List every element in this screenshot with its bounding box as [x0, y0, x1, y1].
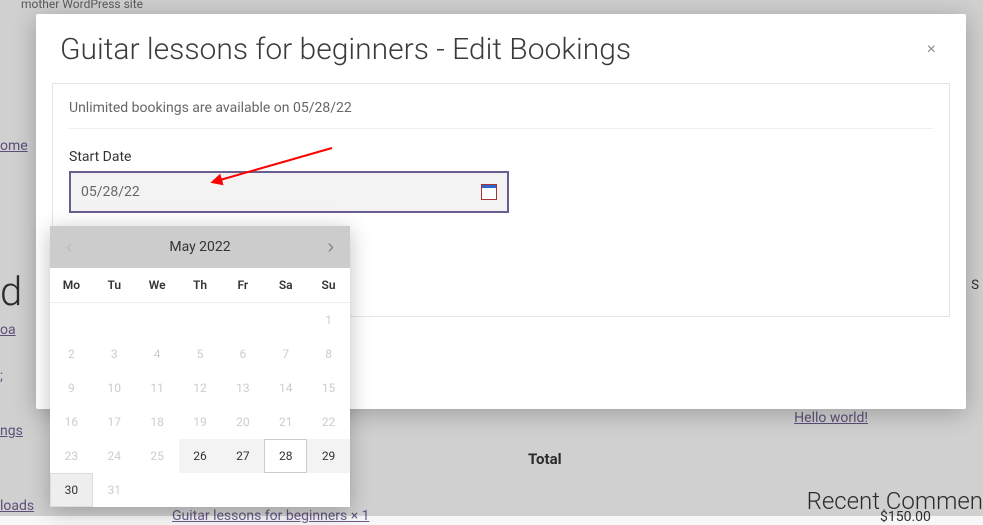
calendar-day-header: Tu: [93, 268, 136, 303]
calendar-day-cell: 20: [221, 405, 264, 439]
calendar-day-cell: 16: [50, 405, 93, 439]
calendar-day-cell[interactable]: 28: [264, 439, 307, 473]
calendar-day-cell: 1: [307, 303, 350, 337]
start-date-label: Start Date: [69, 149, 933, 165]
calendar-day-cell: 6: [221, 337, 264, 371]
calendar-day-cell: 3: [93, 337, 136, 371]
start-date-value: 05/28/22: [81, 184, 140, 200]
calendar-day-cell: 23: [50, 439, 93, 473]
calendar-day-cell: 13: [221, 371, 264, 405]
calendar-day-cell: 19: [179, 405, 222, 439]
calendar-day-header: Sa: [264, 268, 307, 303]
calendar-day-cell: 2: [50, 337, 93, 371]
calendar-icon[interactable]: [481, 184, 497, 200]
modal-title: Guitar lessons for beginners - Edit Book…: [60, 32, 631, 67]
calendar-day-cell: 17: [93, 405, 136, 439]
next-month-button[interactable]: ›: [321, 232, 340, 263]
calendar-day-cell: 14: [264, 371, 307, 405]
calendar-day-cell: 12: [179, 371, 222, 405]
calendar-day-cell: 22: [307, 405, 350, 439]
calendar-day-cell: 11: [136, 371, 179, 405]
calendar-day-cell[interactable]: 26: [179, 439, 222, 473]
calendar-month-label: May 2022: [169, 239, 230, 255]
prev-month-button: ‹: [60, 232, 79, 263]
start-date-input[interactable]: 05/28/22: [69, 171, 509, 213]
calendar-day-header: Mo: [50, 268, 93, 303]
calendar-day-cell: 18: [136, 405, 179, 439]
calendar-day-cell: 15: [307, 371, 350, 405]
calendar-day-cell: 7: [264, 337, 307, 371]
calendar-day-header: Fr: [221, 268, 264, 303]
calendar-day-cell: 9: [50, 371, 93, 405]
calendar-day-cell: 31: [93, 473, 136, 507]
availability-message: Unlimited bookings are available on 05/2…: [69, 100, 933, 129]
datepicker: ‹ May 2022 › MoTuWeThFrSaSu1234567891011…: [50, 226, 350, 507]
calendar-day-cell: 8: [307, 337, 350, 371]
calendar-day-cell[interactable]: 30: [50, 473, 93, 507]
calendar-day-cell[interactable]: 29: [307, 439, 350, 473]
close-button[interactable]: ×: [921, 35, 942, 65]
calendar-day-cell: 4: [136, 337, 179, 371]
calendar-day-cell: 24: [93, 439, 136, 473]
calendar-day-cell: 5: [179, 337, 222, 371]
calendar-day-header: We: [136, 268, 179, 303]
calendar-day-header: Su: [307, 268, 350, 303]
calendar-day-header: Th: [179, 268, 222, 303]
calendar-day-cell: 25: [136, 439, 179, 473]
calendar-day-cell: 21: [264, 405, 307, 439]
calendar-day-cell[interactable]: 27: [221, 439, 264, 473]
calendar-day-cell: 10: [93, 371, 136, 405]
